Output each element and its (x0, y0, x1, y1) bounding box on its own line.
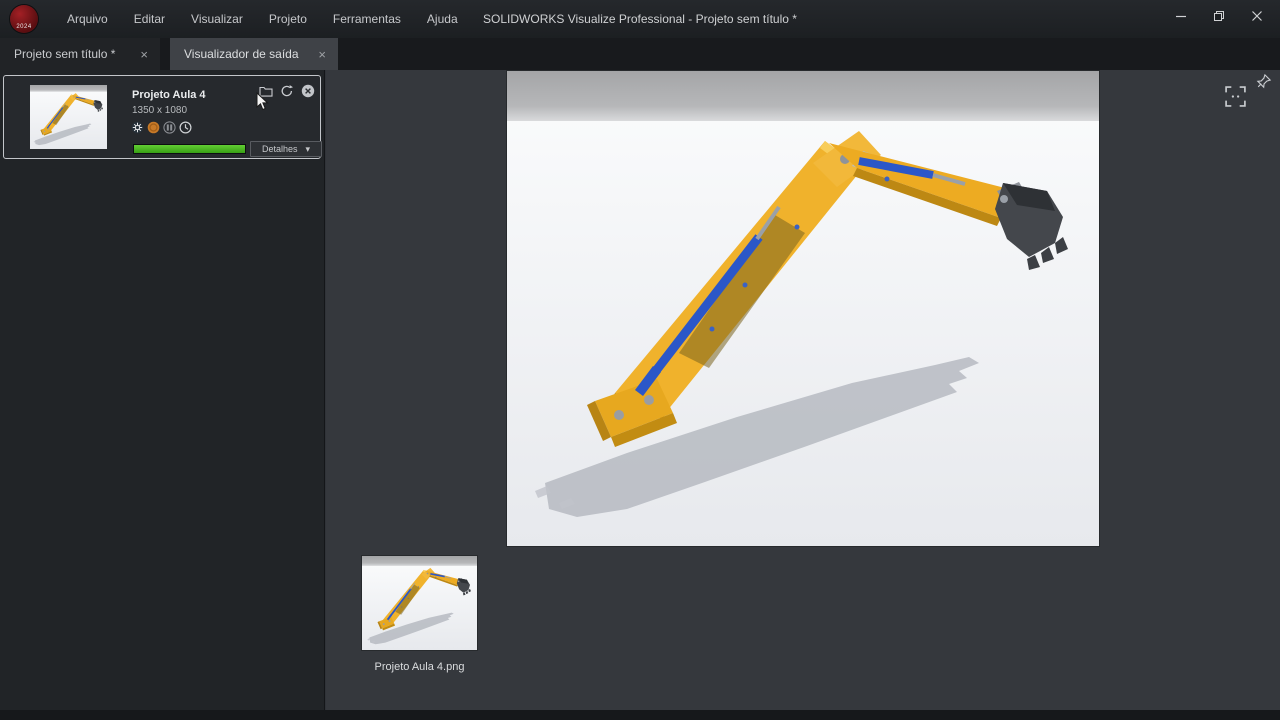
render-progress-fill (134, 145, 245, 153)
menu-editar[interactable]: Editar (121, 0, 178, 38)
document-tabbar: Projeto sem título * × Visualizador de s… (0, 38, 1280, 70)
tab-project-label: Projeto sem título * (14, 47, 115, 61)
menubar: Arquivo Editar Visualizar Projeto Ferram… (54, 0, 471, 38)
restart-render-icon[interactable] (280, 84, 294, 98)
close-button[interactable] (1238, 0, 1276, 32)
details-caret-icon: ▾ (306, 144, 311, 155)
material-orange-icon (147, 121, 160, 134)
render-preview-image (507, 71, 1099, 546)
render-job-thumbnail (30, 85, 107, 149)
render-job-title: Projeto Aula 4 (132, 89, 206, 101)
render-progress-bar (133, 144, 246, 154)
tab-project[interactable]: Projeto sem título * × (0, 38, 160, 70)
tab-project-close-icon[interactable]: × (140, 48, 148, 61)
menu-projeto[interactable]: Projeto (256, 0, 320, 38)
pin-panel-icon[interactable] (1255, 73, 1272, 90)
tab-output-viewer[interactable]: Visualizador de saída × (170, 38, 338, 70)
output-file-thumbnail[interactable] (362, 556, 477, 650)
close-icon (1251, 10, 1263, 22)
details-label: Detalhes (262, 144, 298, 154)
render-job-resolution: 1350 x 1080 (132, 105, 187, 116)
details-dropdown-button[interactable]: Detalhes ▾ (250, 141, 322, 157)
restore-icon (1213, 10, 1225, 22)
render-job-actions (259, 84, 315, 98)
output-file-caption: Projeto Aula 4.png (342, 661, 497, 673)
render-jobs-panel: Projeto Aula 4 1350 x 1080 (0, 70, 325, 710)
menu-visualizar[interactable]: Visualizar (178, 0, 256, 38)
menu-ajuda[interactable]: Ajuda (414, 0, 471, 38)
menu-ferramentas[interactable]: Ferramentas (320, 0, 414, 38)
window-controls (1162, 0, 1276, 32)
passes-icon (163, 121, 176, 134)
logo-year: 2024 (16, 24, 31, 30)
timer-icon (179, 121, 192, 134)
render-job-status-badges (131, 121, 192, 134)
fullscreen-icon[interactable] (1224, 85, 1247, 108)
open-folder-icon[interactable] (259, 84, 273, 98)
minimize-button[interactable] (1162, 0, 1200, 32)
minimize-icon (1175, 10, 1187, 22)
menu-arquivo[interactable]: Arquivo (54, 0, 121, 38)
titlebar: 2024 Arquivo Editar Visualizar Projeto F… (0, 0, 1280, 38)
tab-output-viewer-label: Visualizador de saída (184, 47, 299, 61)
restore-button[interactable] (1200, 0, 1238, 32)
app-logo-icon: 2024 (10, 5, 38, 33)
cancel-render-icon[interactable] (301, 84, 315, 98)
render-wheel-icon (131, 121, 144, 134)
tab-output-viewer-close-icon[interactable]: × (318, 48, 326, 61)
bottom-bar (0, 710, 1280, 720)
render-job-card[interactable]: Projeto Aula 4 1350 x 1080 (3, 75, 321, 159)
